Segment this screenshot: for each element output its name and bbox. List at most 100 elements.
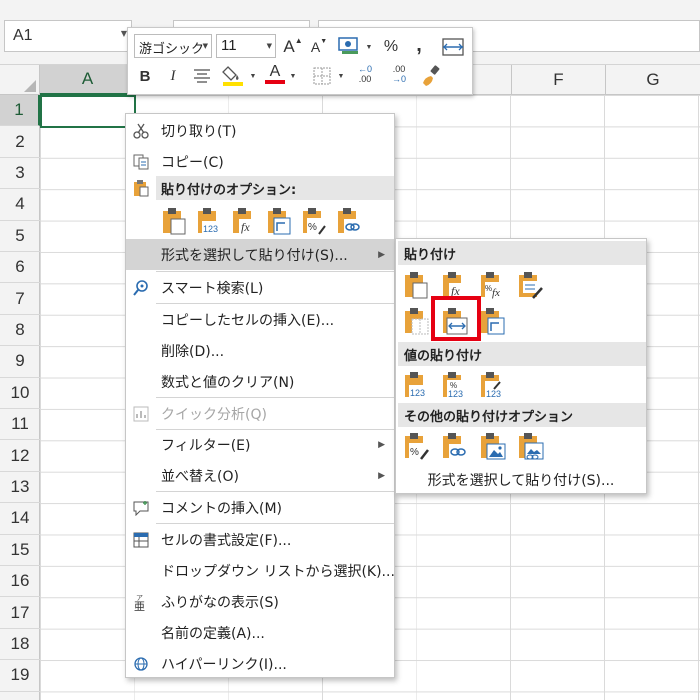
row-header[interactable]: 12 <box>0 440 40 472</box>
menu-item-label: 数式と値のクリア(N) <box>161 374 295 391</box>
percent-style-button[interactable]: % <box>380 35 402 59</box>
paste-link-icon[interactable] <box>440 431 470 461</box>
paste-transpose-icon[interactable] <box>264 206 293 235</box>
menu-item-show-phonetic[interactable]: ア亜 ふりがなの表示(S) <box>126 586 394 617</box>
comma-style-button[interactable]: , <box>408 33 430 57</box>
paste-special-dialog-item[interactable]: 形式を選択して貼り付け(S)... <box>396 467 646 493</box>
chevron-down-icon[interactable]: ▼ <box>248 64 258 88</box>
increase-font-size-button[interactable]: A ▲ <box>282 35 304 59</box>
paste-formulas-number-formatting-icon[interactable]: % fx <box>478 270 508 300</box>
svg-text:123: 123 <box>486 389 501 399</box>
chevron-down-icon[interactable]: ▼ <box>288 64 298 88</box>
row-header[interactable]: 7 <box>0 283 40 315</box>
paste-link-icon[interactable] <box>334 206 363 235</box>
chevron-down-icon[interactable]: ▼ <box>336 64 346 88</box>
paste-linked-picture-icon[interactable] <box>516 431 546 461</box>
merge-center-button[interactable] <box>440 35 466 59</box>
menu-item-insert-comment[interactable]: コメントの挿入(M) <box>126 492 394 523</box>
decrease-decimal-button[interactable]: .00 →0 <box>384 62 414 86</box>
paste-formatting-icon[interactable]: % <box>299 206 328 235</box>
menu-item-clear-contents[interactable]: 数式と値のクリア(N) <box>126 366 394 397</box>
grow-font-icon: A <box>283 37 295 56</box>
font-color-button[interactable]: A <box>264 62 286 86</box>
row-header[interactable]: 19 <box>0 660 40 692</box>
menu-item-cut[interactable]: 切り取り(T) <box>126 115 394 146</box>
chevron-down-icon[interactable]: ▼ <box>267 42 272 50</box>
quick-analysis-icon <box>132 405 150 423</box>
paste-formulas-icon[interactable]: fx <box>229 206 258 235</box>
menu-item-define-name[interactable]: 名前の定義(A)... <box>126 617 394 648</box>
menu-item-sort[interactable]: 並べ替え(O) ▶ <box>126 460 394 491</box>
active-cell[interactable] <box>40 95 138 130</box>
increase-decimal-icon: ←0 <box>357 64 372 74</box>
paste-values-icon[interactable]: 123 <box>402 370 432 400</box>
format-painter-button[interactable] <box>418 63 444 87</box>
row-header[interactable]: 11 <box>0 409 40 441</box>
phonetic-icon: ア亜 <box>132 593 150 611</box>
row-header[interactable]: 1 <box>0 95 40 127</box>
select-all-button[interactable] <box>0 65 40 95</box>
row-header[interactable]: 2 <box>0 126 40 158</box>
row-header[interactable]: 17 <box>0 597 40 629</box>
row-header[interactable]: 13 <box>0 472 40 504</box>
svg-text:亜: 亜 <box>134 600 145 611</box>
column-header-g[interactable]: G <box>606 65 700 95</box>
row-header[interactable]: 6 <box>0 252 40 284</box>
row-header[interactable]: 16 <box>0 566 40 598</box>
font-color-icon: A <box>269 63 281 80</box>
paste-values-icon[interactable]: 123 <box>194 206 223 235</box>
decrease-decimal-label: .00 <box>392 64 406 74</box>
row-header[interactable]: 9 <box>0 346 40 378</box>
menu-item-insert-copied[interactable]: コピーしたセルの挿入(E)... <box>126 304 394 335</box>
chevron-right-icon: ▶ <box>378 439 385 450</box>
row-header[interactable]: 10 <box>0 378 40 409</box>
menu-item-filter[interactable]: フィルター(E) ▶ <box>126 429 394 460</box>
paste-values-source-formatting-icon[interactable]: 123 <box>478 370 508 400</box>
row-header[interactable]: 3 <box>0 158 40 190</box>
font-size-select[interactable]: 11 ▼ <box>216 34 276 58</box>
menu-item-quick-analysis: クイック分析(Q) <box>126 398 394 429</box>
paste-values-number-formatting-icon[interactable]: % 123 <box>440 370 470 400</box>
menu-item-format-cells[interactable]: セルの書式設定(F)... <box>126 524 394 555</box>
row-header[interactable]: 4 <box>0 189 40 221</box>
menu-item-paste-special[interactable]: 形式を選択して貼り付け(S)... ▶ <box>126 239 394 270</box>
menu-item-label: ハイパーリンク(I)... <box>161 656 287 673</box>
row-header[interactable]: 14 <box>0 503 40 535</box>
chevron-down-icon[interactable]: ▼ <box>364 35 374 59</box>
highlight-box <box>431 296 481 341</box>
italic-button[interactable]: I <box>162 64 184 88</box>
paste-formatting-icon[interactable]: % <box>402 431 432 461</box>
accounting-format-button[interactable] <box>336 34 362 58</box>
other-paste-icons-row: % <box>402 431 546 461</box>
chevron-down-icon[interactable]: ▼ <box>203 42 208 50</box>
paste-icon[interactable] <box>159 206 188 235</box>
paste-transpose-icon[interactable] <box>478 306 508 336</box>
increase-decimal-button[interactable]: ←0 .00 <box>350 62 380 86</box>
menu-item-hyperlink[interactable]: ハイパーリンク(I)... <box>126 648 394 679</box>
paste-picture-icon[interactable] <box>478 431 508 461</box>
font-name-select[interactable]: 游ゴシック ▼ <box>134 34 212 58</box>
menu-item-pick-from-list[interactable]: ドロップダウン リストから選択(K)... <box>126 555 395 586</box>
bold-button[interactable]: B <box>134 64 156 88</box>
svg-text:123: 123 <box>448 389 463 399</box>
menu-item-label: スマート検索(L) <box>161 280 264 297</box>
menu-item-smart-lookup[interactable]: スマート検索(L) <box>126 272 394 303</box>
menu-item-copy[interactable]: コピー(C) <box>126 146 394 177</box>
borders-button[interactable] <box>310 64 334 88</box>
paste-no-borders-icon[interactable] <box>402 306 432 336</box>
row-header[interactable]: 8 <box>0 315 40 347</box>
fill-color-button[interactable] <box>220 63 246 87</box>
paste-icon[interactable] <box>402 270 432 300</box>
column-header-f[interactable]: F <box>512 65 606 95</box>
select-all-icon <box>24 80 36 92</box>
row-header[interactable]: 5 <box>0 221 40 252</box>
center-align-button[interactable] <box>190 64 214 88</box>
row-header[interactable]: 18 <box>0 629 40 661</box>
paste-keep-source-formatting-icon[interactable] <box>516 270 546 300</box>
decrease-font-size-button[interactable]: A ▼ <box>308 35 330 59</box>
menu-item-delete[interactable]: 削除(D)... <box>126 335 394 366</box>
row-header[interactable]: 15 <box>0 535 40 566</box>
column-header-a[interactable]: A <box>40 65 136 95</box>
name-box[interactable]: A1 ▼ <box>4 20 132 52</box>
row-headers: 1 2 3 4 5 6 7 8 9 10 11 12 13 14 15 16 1… <box>0 95 40 700</box>
